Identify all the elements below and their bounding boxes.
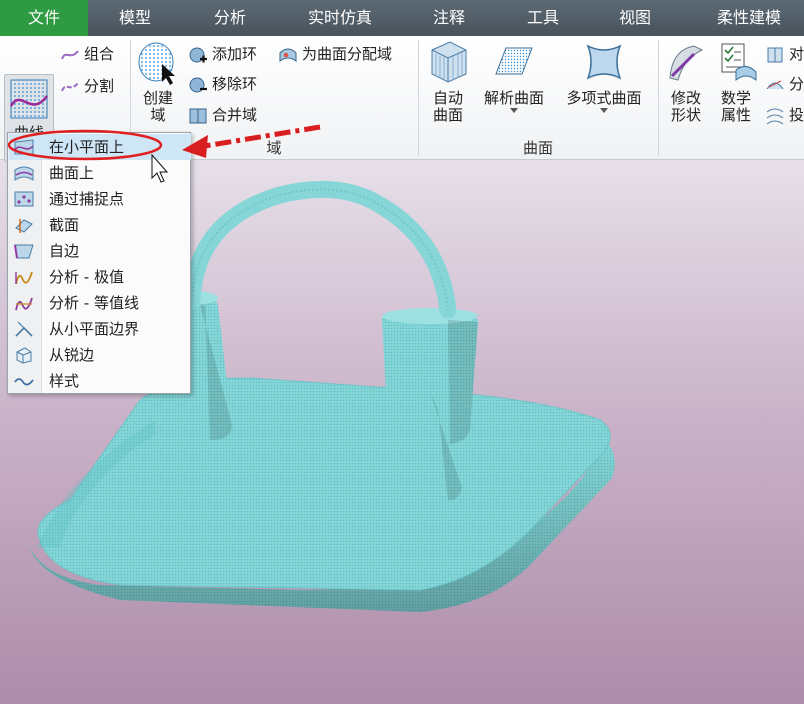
add-loop-label: 添加环 [212, 45, 258, 63]
tab-view[interactable]: 视图 [598, 0, 672, 36]
section-icon [15, 219, 33, 233]
split-button[interactable]: 分割 [60, 74, 114, 98]
math-properties-icon [721, 43, 757, 82]
curve-on-surface-icon [14, 166, 34, 181]
partial-tool-3[interactable]: 投 [765, 103, 804, 127]
partial-tool-1-label: 对 [789, 45, 804, 63]
menu-item-style[interactable]: 样式 [9, 368, 191, 394]
modify-shape-label: 修改 形状 [670, 89, 701, 124]
merge-domain-label: 合并域 [212, 106, 258, 124]
menu-item-label: 通过捕捉点 [49, 190, 125, 208]
modify-shape-icon [669, 45, 704, 81]
sharp-edge-icon [16, 347, 32, 364]
polynomial-surface-button[interactable]: 多项式曲面 [557, 40, 651, 113]
menu-item-facet-boundary[interactable]: 从小平面边界 [9, 316, 191, 342]
tab-file[interactable]: 文件 [0, 0, 88, 36]
facet-boundary-icon [15, 321, 33, 337]
combine-button[interactable]: 组合 [60, 42, 114, 66]
menu-item-on-facet[interactable]: 在小平面上 [9, 134, 191, 160]
chevron-down-icon [510, 108, 518, 113]
from-edge-icon [14, 244, 34, 259]
tab-annotation[interactable]: 注释 [412, 0, 486, 36]
compare-icon [767, 47, 783, 62]
menu-item-label: 曲面上 [49, 164, 95, 182]
tab-tools[interactable]: 工具 [506, 0, 580, 36]
create-domain-icon [138, 42, 175, 85]
curve-icon [9, 79, 49, 119]
isoline-icon [15, 297, 33, 311]
remove-loop-icon [189, 77, 207, 92]
menu-item-label: 样式 [49, 372, 80, 390]
tab-realtime-simulation[interactable]: 实时仿真 [292, 0, 388, 36]
split-curve-icon [61, 81, 79, 91]
partial-tool-2-label: 分 [789, 75, 804, 93]
group-label-surfaces: 曲面 [522, 139, 553, 157]
assign-domain-label: 为曲面分配域 [302, 45, 393, 63]
menu-bar: 文件 模型 分析 实时仿真 注释 工具 视图 柔性建模 [0, 0, 804, 36]
tab-analysis[interactable]: 分析 [193, 0, 267, 36]
math-properties-label: 数学 属性 [720, 89, 751, 124]
menu-item-snap-points[interactable]: 通过捕捉点 [9, 186, 191, 212]
partial-tool-1[interactable]: 对 [765, 42, 804, 66]
analytic-surface-label: 解析曲面 [483, 89, 544, 107]
curve-dropdown-menu: 在小平面上 曲面上 通过捕捉点 截面 自边 分析 - 极值 分析 - 等值线 从… [7, 132, 191, 394]
menu-item-label: 自边 [49, 242, 80, 260]
add-loop-icon [189, 47, 207, 62]
remove-loop-button[interactable]: 移除环 [188, 72, 257, 96]
extremum-icon [15, 271, 33, 285]
snap-points-icon [14, 191, 34, 207]
combine-label: 组合 [84, 45, 115, 63]
modify-shape-button[interactable]: 修改 形状 [662, 40, 710, 124]
analysis-icon [766, 80, 784, 89]
style-curve-icon [14, 378, 34, 386]
menu-item-label: 在小平面上 [49, 138, 125, 156]
separator [658, 40, 659, 156]
combine-curve-icon [61, 49, 79, 59]
menu-item-label: 从小平面边界 [49, 320, 140, 338]
tab-model[interactable]: 模型 [98, 0, 172, 36]
partial-tool-2[interactable]: 分 [765, 72, 804, 96]
assign-domain-icon [279, 48, 297, 62]
menu-item-label: 分析 - 极值 [49, 268, 124, 286]
polynomial-surface-icon [586, 44, 622, 80]
menu-item-label: 从锐边 [49, 346, 95, 364]
menu-item-analysis-extremum[interactable]: 分析 - 极值 [9, 264, 191, 290]
analytic-surface-button[interactable]: 解析曲面 [476, 40, 552, 113]
split-label: 分割 [84, 77, 115, 95]
menu-item-section[interactable]: 截面 [9, 212, 191, 238]
menu-item-label: 分析 - 等值线 [49, 294, 139, 312]
create-domain-button[interactable]: 创建 域 [134, 40, 182, 124]
menu-item-sharp-edge[interactable]: 从锐边 [9, 342, 191, 368]
tab-flexible-modeling[interactable]: 柔性建模 [697, 0, 801, 36]
add-loop-button[interactable]: 添加环 [188, 42, 257, 66]
menu-item-from-edge[interactable]: 自边 [9, 238, 191, 264]
auto-surface-icon [431, 41, 467, 83]
auto-surface-button[interactable]: 自动 曲面 [424, 40, 472, 124]
partial-tool-3-label: 投 [789, 106, 804, 124]
create-domain-label: 创建 域 [142, 89, 173, 124]
project-icon [766, 108, 784, 124]
menu-item-analysis-isoline[interactable]: 分析 - 等值线 [9, 290, 191, 316]
remove-loop-label: 移除环 [212, 75, 258, 93]
assign-domain-button[interactable]: 为曲面分配域 [278, 42, 392, 66]
merge-domain-button[interactable]: 合并域 [188, 103, 257, 127]
analytic-surface-icon [495, 47, 533, 75]
auto-surface-label: 自动 曲面 [432, 89, 463, 124]
polynomial-surface-label: 多项式曲面 [566, 89, 642, 107]
merge-domain-icon [189, 108, 207, 123]
curve-on-facet-icon [14, 139, 34, 155]
menu-item-label: 截面 [49, 216, 80, 234]
menu-item-on-surface[interactable]: 曲面上 [9, 160, 191, 186]
chevron-down-icon [600, 108, 608, 113]
math-properties-button[interactable]: 数学 属性 [712, 40, 760, 124]
